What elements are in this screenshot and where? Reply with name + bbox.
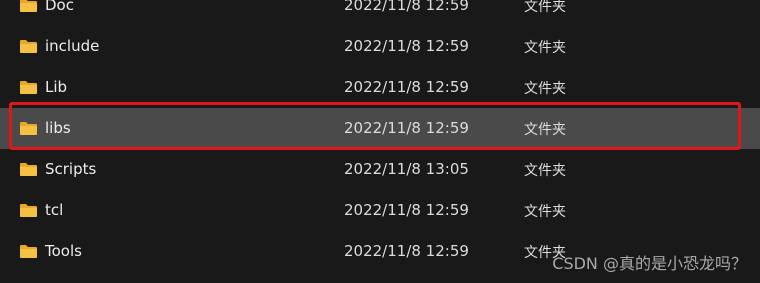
file-type: 文件夹: [524, 81, 566, 97]
file-type: 文件夹: [524, 163, 566, 179]
file-row-doc[interactable]: Doc 2022/11/8 12:59 文件夹: [0, 0, 760, 26]
file-type: 文件夹: [524, 204, 566, 220]
file-name: Scripts: [45, 160, 97, 178]
file-name: Doc: [45, 0, 74, 14]
file-modified-date: 2022/11/8 12:59: [344, 78, 469, 96]
watermark: CSDN @真的是小恐龙吗？: [552, 254, 747, 273]
file-modified-date: 2022/11/8 13:05: [344, 160, 469, 178]
file-row-include[interactable]: include 2022/11/8 12:59 文件夹: [0, 26, 760, 67]
file-row-libs[interactable]: libs 2022/11/8 12:59 文件夹: [0, 108, 760, 149]
file-list: Doc 2022/11/8 12:59 文件夹 include 2022/11/…: [0, 0, 760, 272]
file-name: tcl: [45, 201, 64, 219]
file-name: include: [45, 37, 100, 55]
file-modified-date: 2022/11/8 12:59: [344, 242, 469, 260]
file-modified-date: 2022/11/8 12:59: [344, 0, 469, 14]
file-type: 文件夹: [524, 0, 566, 15]
file-row-lib[interactable]: Lib 2022/11/8 12:59 文件夹: [0, 67, 760, 108]
file-modified-date: 2022/11/8 12:59: [344, 119, 469, 137]
file-row-scripts[interactable]: Scripts 2022/11/8 13:05 文件夹: [0, 149, 760, 190]
file-type: 文件夹: [524, 122, 566, 138]
file-modified-date: 2022/11/8 12:59: [344, 37, 469, 55]
file-type: 文件夹: [524, 40, 566, 56]
file-name: libs: [45, 119, 71, 137]
file-name: Lib: [45, 78, 68, 96]
file-row-tcl[interactable]: tcl 2022/11/8 12:59 文件夹: [0, 190, 760, 231]
file-modified-date: 2022/11/8 12:59: [344, 201, 469, 219]
file-name: Tools: [45, 242, 82, 260]
